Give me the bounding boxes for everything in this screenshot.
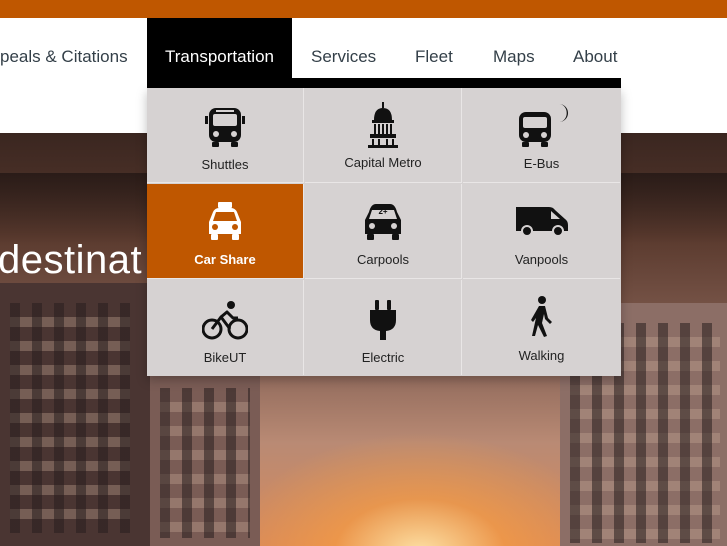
van-icon — [515, 207, 568, 236]
nav-item-transportation[interactable]: Transportation — [147, 18, 292, 78]
tile-bikeut[interactable]: BikeUT — [147, 280, 304, 375]
tile-label: Carpools — [356, 252, 410, 267]
tile-car-share[interactable]: Car Share — [147, 184, 304, 279]
bicycle-icon — [202, 301, 248, 340]
nav-item-appeals-citations[interactable]: peals & Citations — [0, 18, 128, 78]
night-bus-icon — [518, 104, 568, 147]
nav-item-maps[interactable]: Maps — [493, 18, 535, 78]
nav-item-fleet[interactable]: Fleet — [415, 18, 453, 78]
transportation-dropdown: Shuttles Capital Metro E-Bus Car Share 2… — [147, 88, 621, 376]
taxi-icon — [209, 202, 241, 240]
capitol-icon — [368, 102, 398, 148]
tile-capital-metro[interactable]: Capital Metro — [305, 88, 462, 183]
plug-icon — [370, 300, 396, 340]
building-left-windows — [10, 303, 130, 533]
tile-label: E-Bus — [523, 156, 560, 171]
tile-label: Shuttles — [201, 157, 249, 172]
tile-label: Capital Metro — [344, 155, 422, 170]
tile-label: Walking — [518, 348, 565, 363]
tile-label: Car Share — [194, 252, 256, 267]
nav-item-about[interactable]: About — [573, 18, 617, 78]
tile-electric[interactable]: Electric — [305, 280, 462, 375]
tile-e-bus[interactable]: E-Bus — [463, 88, 620, 183]
dropdown-top-rule — [147, 78, 621, 88]
tile-label: Electric — [361, 350, 405, 365]
tile-label: BikeUT — [203, 350, 247, 365]
walking-icon — [530, 296, 552, 337]
nav-item-services[interactable]: Services — [311, 18, 376, 78]
tile-carpools[interactable]: 2+ Carpools — [305, 184, 462, 279]
bus-icon — [205, 108, 245, 147]
building-mid-left-windows — [160, 388, 250, 538]
hero-headline: destinat — [0, 238, 143, 282]
tile-vanpools[interactable]: Vanpools — [463, 184, 620, 279]
tile-label: Vanpools — [514, 252, 569, 267]
top-accent-bar — [0, 0, 727, 18]
tile-shuttles[interactable]: Shuttles — [147, 88, 304, 183]
tile-walking[interactable]: Walking — [463, 280, 620, 375]
carpool-badge: 2+ — [378, 207, 388, 216]
